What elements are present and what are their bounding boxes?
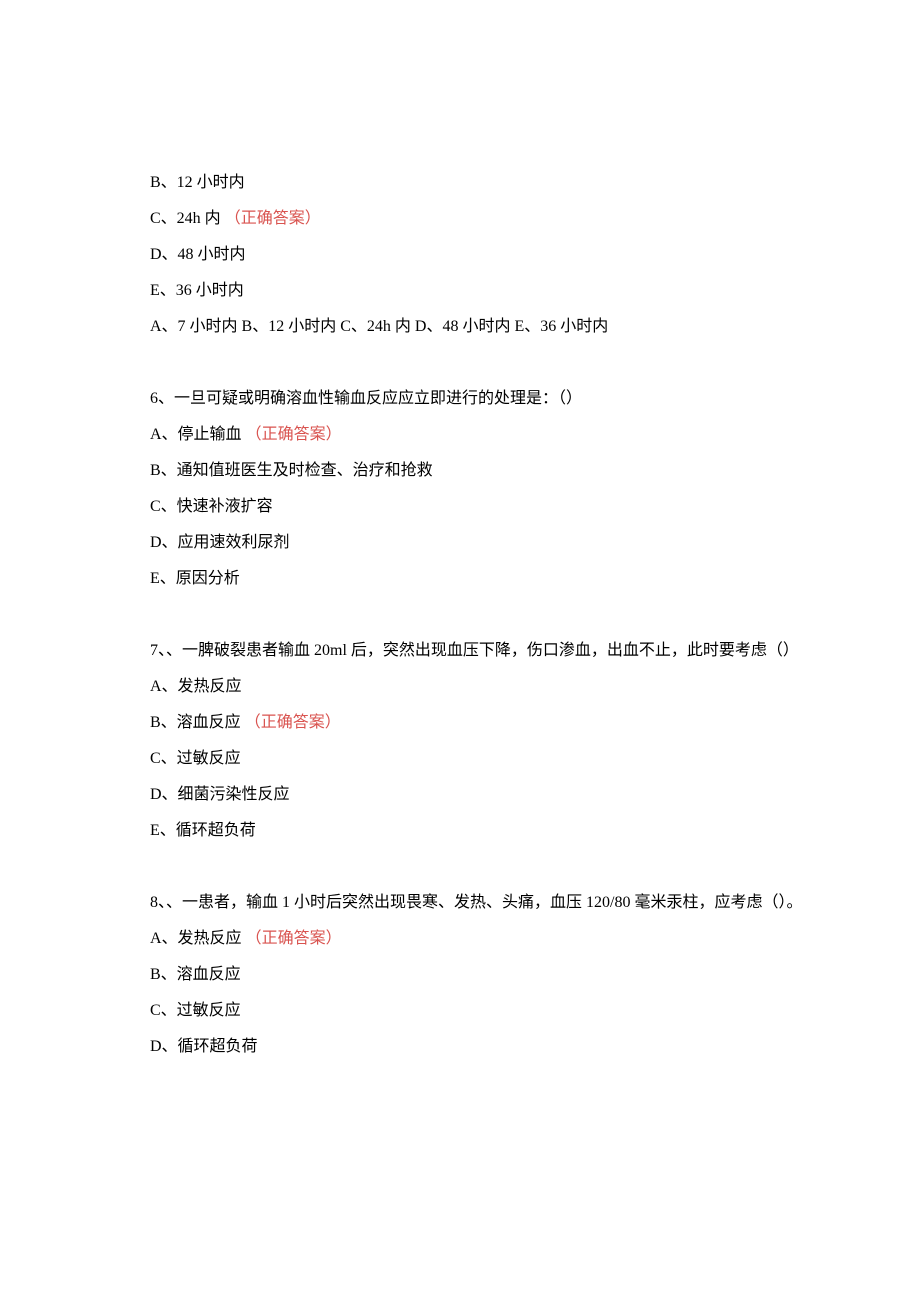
q7-option-b: B、溶血反应 （正确答案） <box>150 705 805 741</box>
q7-option-e: E、循环超负荷 <box>150 813 805 849</box>
q8-stem: 8、、一患者，输血 1 小时后突然出现畏寒、发热、头痛，血压 120/80 毫米… <box>150 885 805 921</box>
q8-option-d: D、循环超负荷 <box>150 1029 805 1065</box>
q6-stem: 6、一旦可疑或明确溶血性输血反应应立即进行的处理是：（） <box>150 381 805 417</box>
q8-option-c: C、过敏反应 <box>150 993 805 1029</box>
q8-option-a: A、发热反应 （正确答案） <box>150 921 805 957</box>
q6-option-e: E、原因分析 <box>150 561 805 597</box>
correct-answer-label: （正确答案） <box>246 930 342 947</box>
q8-option-a-text: A、发热反应 <box>150 930 242 947</box>
q7-option-c: C、过敏反应 <box>150 741 805 777</box>
q5-option-c: C、24h 内 （正确答案） <box>150 201 805 237</box>
q7-option-d: D、细菌污染性反应 <box>150 777 805 813</box>
correct-answer-label: （正确答案） <box>245 714 341 731</box>
q6-option-a: A、停止输血 （正确答案） <box>150 417 805 453</box>
q5-summary: A、7 小时内 B、12 小时内 C、24h 内 D、48 小时内 E、36 小… <box>150 309 805 345</box>
q6-option-c: C、快速补液扩容 <box>150 489 805 525</box>
q8-option-b: B、溶血反应 <box>150 957 805 993</box>
q7-stem: 7、、一脾破裂患者输血 20ml 后，突然出现血压下降，伤口渗血，出血不止，此时… <box>150 633 805 669</box>
correct-answer-label: （正确答案） <box>246 426 342 443</box>
q7-option-b-text: B、溶血反应 <box>150 714 241 731</box>
q6-option-a-text: A、停止输血 <box>150 426 242 443</box>
q5-option-e: E、36 小时内 <box>150 273 805 309</box>
q6-option-b: B、通知值班医生及时检查、治疗和抢救 <box>150 453 805 489</box>
correct-answer-label: （正确答案） <box>225 210 321 227</box>
q6-option-d: D、应用速效利尿剂 <box>150 525 805 561</box>
q5-option-c-text: C、24h 内 <box>150 210 221 227</box>
q5-option-d: D、48 小时内 <box>150 237 805 273</box>
q7-option-a: A、发热反应 <box>150 669 805 705</box>
q5-option-b: B、12 小时内 <box>150 165 805 201</box>
